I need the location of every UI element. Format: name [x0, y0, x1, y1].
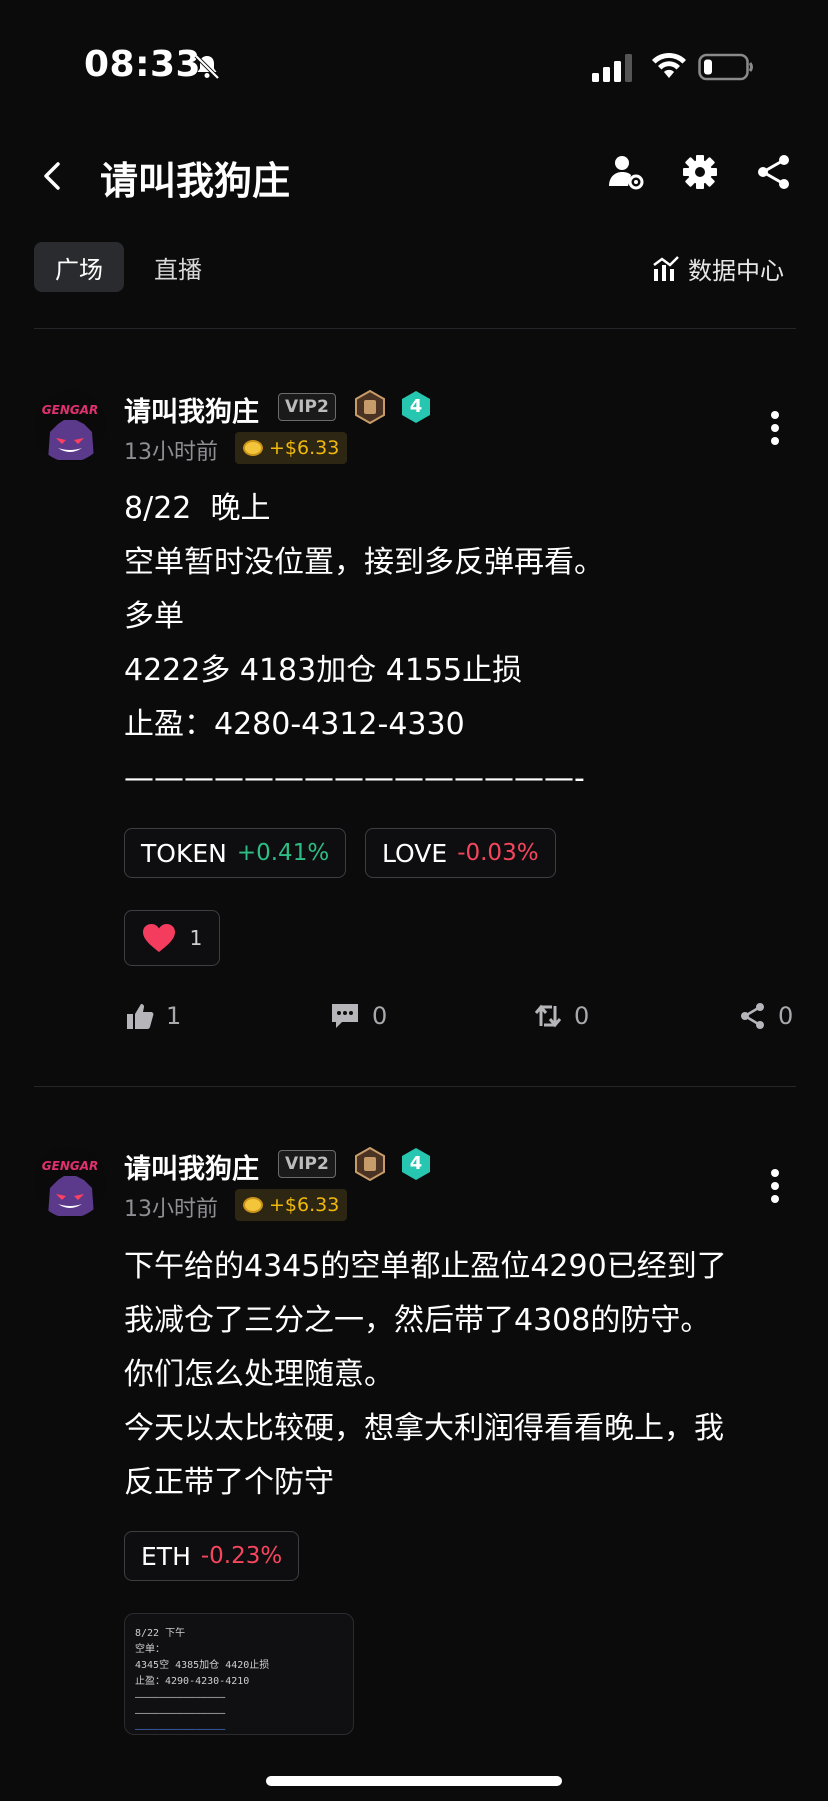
like-count: 1 [166, 1002, 182, 1030]
image-text-line: ——————————————— [135, 1692, 226, 1703]
divider [34, 328, 796, 329]
token-chip[interactable]: TOKEN +0.41% [124, 828, 347, 878]
comment-icon [332, 1004, 358, 1028]
tab-live[interactable]: 直播 [142, 242, 214, 292]
token-chip[interactable]: ETH -0.23% [124, 1531, 300, 1581]
more-options-icon[interactable] [770, 1168, 780, 1204]
share-icon[interactable] [754, 152, 794, 192]
svg-text:GENGAR: GENGAR [42, 403, 98, 417]
cellular-signal-icon [592, 54, 632, 82]
chip-symbol: LOVE [382, 838, 448, 868]
reward-badge: +$6.33 [235, 432, 348, 464]
post-username[interactable]: 请叫我狗庄 [124, 1147, 259, 1186]
user-settings-icon[interactable] [606, 152, 646, 192]
repost-icon [534, 1004, 562, 1028]
post-username[interactable]: 请叫我狗庄 [124, 390, 259, 429]
chip-symbol: TOKEN [141, 838, 227, 868]
share-icon [741, 1003, 764, 1029]
post-body: 8/22 晚上 空单暂时没位置，接到多反弹再看。 多单 4222多 4183加仓… [124, 491, 604, 796]
data-center-label: 数据中心 [688, 256, 784, 285]
reward-badge: +$6.33 [235, 1189, 348, 1221]
coin-icon [243, 440, 263, 456]
divider [34, 1086, 796, 1087]
battery-icon [698, 53, 753, 81]
vip-badge: VIP2 [278, 393, 336, 421]
chip-change: +0.41% [236, 840, 330, 866]
coin-icon [243, 1197, 263, 1213]
post-image[interactable]: 8/22 下午 空单： 4345空 4385加仓 4420止损 止盈：4290-… [124, 1613, 354, 1735]
post-body: 下午给的4345的空单都止盈位4290已经到了 我减仓了三分之一，然后带了430… [124, 1249, 727, 1500]
comment-button[interactable]: 0 [330, 1002, 387, 1030]
repost-count: 0 [574, 1002, 590, 1030]
image-text-line: 空单： [135, 1644, 165, 1655]
vip-badge: VIP2 [278, 1150, 336, 1178]
chart-icon [653, 256, 679, 281]
hexagon-badge-icon [355, 390, 385, 424]
chip-change: -0.23% [200, 1543, 283, 1569]
post-time: 13小时前 [124, 440, 218, 465]
data-center-link[interactable]: 数据中心 [652, 248, 784, 288]
image-text-line: 4345空 4385加仓 4420止损 [135, 1660, 270, 1671]
comment-count: 0 [372, 1002, 388, 1030]
heart-reaction[interactable]: 1 [124, 910, 220, 966]
avatar[interactable]: GENGAR [34, 390, 106, 462]
share-count: 0 [778, 1002, 794, 1030]
chip-change: -0.03% [457, 840, 539, 866]
share-post-button[interactable]: 0 [740, 1002, 793, 1030]
image-text-line: ——————————————— [135, 1708, 226, 1719]
level-number: 4 [409, 1153, 423, 1174]
heart-icon [142, 924, 175, 952]
reward-amount: +$6.33 [269, 437, 340, 459]
svg-text:GENGAR: GENGAR [42, 1159, 98, 1173]
image-text-line: 8/22 下午 [135, 1628, 186, 1639]
repost-button[interactable]: 0 [534, 1002, 589, 1030]
thumbs-up-icon [127, 1004, 154, 1029]
home-indicator[interactable] [266, 1776, 562, 1786]
tab-square[interactable]: 广场 [34, 242, 124, 292]
like-button[interactable]: 1 [126, 1002, 181, 1030]
reaction-count: 1 [189, 926, 203, 950]
hexagon-badge-icon [355, 1147, 385, 1181]
silent-bell-icon [194, 54, 220, 80]
wifi-icon [652, 52, 686, 78]
status-time: 08:33 [84, 44, 202, 85]
level-number: 4 [409, 396, 423, 417]
page-title: 请叫我狗庄 [100, 159, 291, 203]
chip-symbol: ETH [141, 1541, 191, 1571]
avatar[interactable]: GENGAR [34, 1146, 106, 1218]
more-options-icon[interactable] [770, 410, 780, 446]
reward-amount: +$6.33 [269, 1194, 340, 1216]
back-arrow-icon[interactable] [38, 158, 66, 194]
token-chip[interactable]: LOVE -0.03% [365, 828, 556, 878]
gear-icon[interactable] [680, 152, 720, 192]
image-text-line: 止盈：4290-4230-4210 [135, 1676, 250, 1687]
post-time: 13小时前 [124, 1197, 218, 1222]
image-text-line: ——————————————— [135, 1724, 226, 1735]
